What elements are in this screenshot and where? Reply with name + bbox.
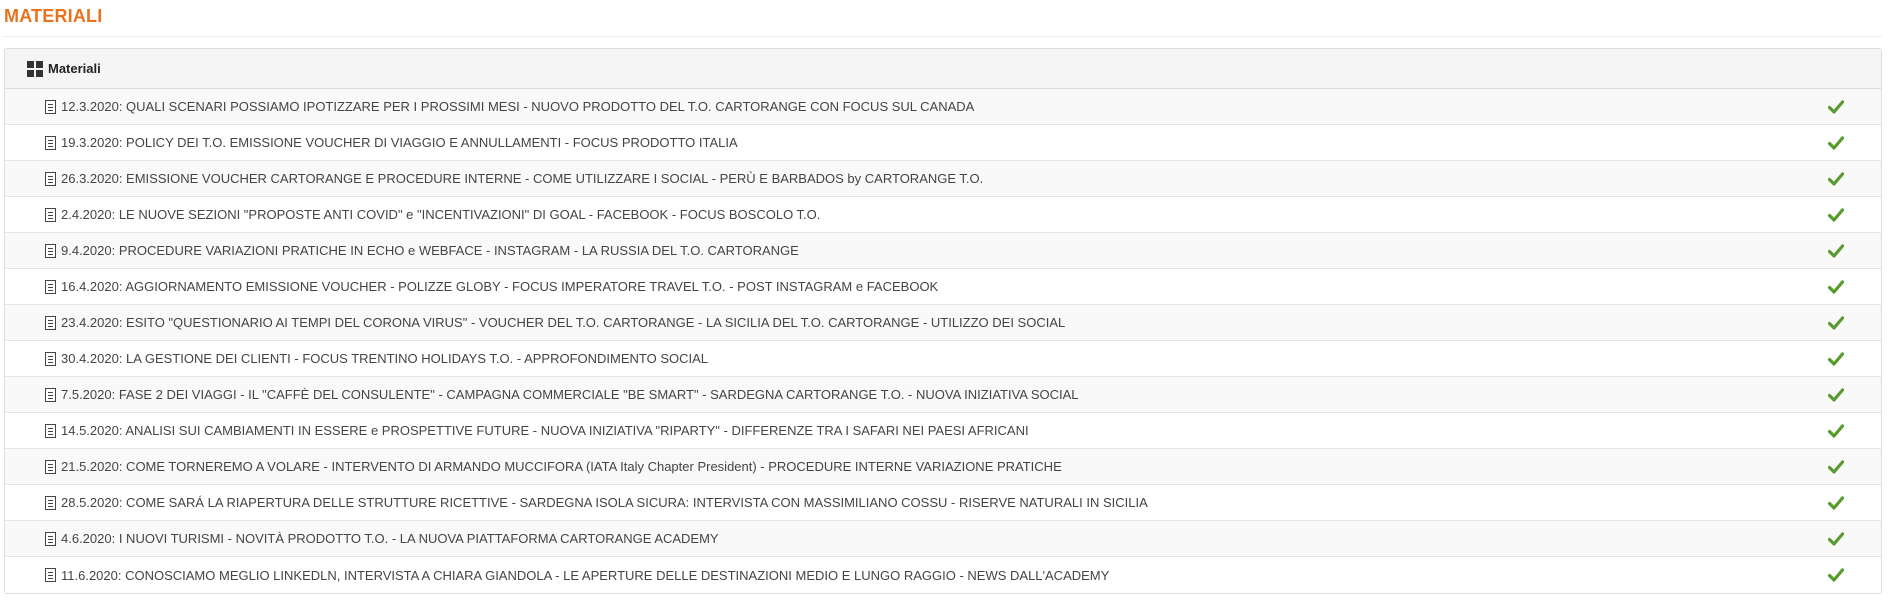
check-icon bbox=[1827, 350, 1845, 368]
document-icon bbox=[45, 531, 56, 546]
check-icon bbox=[1827, 170, 1845, 188]
list-item-label[interactable]: 14.5.2020: ANALISI SUI CAMBIAMENTI IN ES… bbox=[61, 423, 1827, 438]
list-item-label[interactable]: 9.4.2020: PROCEDURE VARIAZIONI PRATICHE … bbox=[61, 243, 1827, 258]
document-icon bbox=[45, 315, 56, 330]
document-icon bbox=[45, 387, 56, 402]
document-icon bbox=[45, 423, 56, 438]
list-item[interactable]: 11.6.2020: CONOSCIAMO MEGLIO LINKEDLN, I… bbox=[5, 557, 1881, 593]
list-item[interactable]: 9.4.2020: PROCEDURE VARIAZIONI PRATICHE … bbox=[5, 233, 1881, 269]
page: MATERIALI Materiali 12.3.2020: QUALI SCE… bbox=[0, 0, 1888, 610]
document-icon bbox=[45, 568, 56, 582]
list-item[interactable]: 19.3.2020: POLICY DEI T.O. EMISSIONE VOU… bbox=[5, 125, 1881, 161]
list-item-label[interactable]: 28.5.2020: COME SARÁ LA RIAPERTURA DELLE… bbox=[61, 495, 1827, 510]
check-icon bbox=[1827, 530, 1845, 548]
list-item-label[interactable]: 2.4.2020: LE NUOVE SEZIONI "PROPOSTE ANT… bbox=[61, 207, 1827, 222]
check-icon bbox=[1827, 134, 1845, 152]
list-item[interactable]: 30.4.2020: LA GESTIONE DEI CLIENTI - FOC… bbox=[5, 341, 1881, 377]
check-icon bbox=[1827, 386, 1845, 404]
list-item-label[interactable]: 26.3.2020: EMISSIONE VOUCHER CARTORANGE … bbox=[61, 171, 1827, 186]
check-icon bbox=[1827, 314, 1845, 332]
grid-icon bbox=[27, 60, 43, 77]
panel-header: Materiali bbox=[5, 49, 1881, 89]
list-item-label[interactable]: 19.3.2020: POLICY DEI T.O. EMISSIONE VOU… bbox=[61, 135, 1827, 150]
check-icon bbox=[1827, 278, 1845, 296]
list-item-label[interactable]: 16.4.2020: AGGIORNAMENTO EMISSIONE VOUCH… bbox=[61, 279, 1827, 294]
list-item[interactable]: 14.5.2020: ANALISI SUI CAMBIAMENTI IN ES… bbox=[5, 413, 1881, 449]
document-icon bbox=[45, 99, 56, 114]
list-item[interactable]: 16.4.2020: AGGIORNAMENTO EMISSIONE VOUCH… bbox=[5, 269, 1881, 305]
document-icon bbox=[45, 351, 56, 366]
list-item[interactable]: 7.5.2020: FASE 2 DEI VIAGGI - IL "CAFFÈ … bbox=[5, 377, 1881, 413]
list-item[interactable]: 26.3.2020: EMISSIONE VOUCHER CARTORANGE … bbox=[5, 161, 1881, 197]
document-icon bbox=[45, 135, 56, 150]
document-icon bbox=[45, 495, 56, 510]
document-icon bbox=[45, 243, 56, 258]
list-item[interactable]: 21.5.2020: COME TORNEREMO A VOLARE - INT… bbox=[5, 449, 1881, 485]
list-item[interactable]: 23.4.2020: ESITO "QUESTIONARIO AI TEMPI … bbox=[5, 305, 1881, 341]
list-item[interactable]: 12.3.2020: QUALI SCENARI POSSIAMO IPOTIZ… bbox=[5, 89, 1881, 125]
document-icon bbox=[45, 279, 56, 294]
list-item-label[interactable]: 4.6.2020: I NUOVI TURISMI - NOVITÀ PRODO… bbox=[61, 531, 1827, 546]
list-item-label[interactable]: 23.4.2020: ESITO "QUESTIONARIO AI TEMPI … bbox=[61, 315, 1827, 330]
panel-title: Materiali bbox=[48, 61, 101, 76]
list-item-label[interactable]: 21.5.2020: COME TORNEREMO A VOLARE - INT… bbox=[61, 459, 1827, 474]
list-item[interactable]: 28.5.2020: COME SARÁ LA RIAPERTURA DELLE… bbox=[5, 485, 1881, 521]
check-icon bbox=[1827, 494, 1845, 512]
list-item[interactable]: 2.4.2020: LE NUOVE SEZIONI "PROPOSTE ANT… bbox=[5, 197, 1881, 233]
list-item-label[interactable]: 11.6.2020: CONOSCIAMO MEGLIO LINKEDLN, I… bbox=[61, 568, 1827, 583]
list-item-label[interactable]: 7.5.2020: FASE 2 DEI VIAGGI - IL "CAFFÈ … bbox=[61, 387, 1827, 402]
materials-list: 12.3.2020: QUALI SCENARI POSSIAMO IPOTIZ… bbox=[5, 89, 1881, 593]
check-icon bbox=[1827, 242, 1845, 260]
page-title: MATERIALI bbox=[4, 6, 103, 26]
check-icon bbox=[1827, 206, 1845, 224]
check-icon bbox=[1827, 566, 1845, 584]
document-icon bbox=[45, 171, 56, 186]
list-item[interactable]: 4.6.2020: I NUOVI TURISMI - NOVITÀ PRODO… bbox=[5, 521, 1881, 557]
check-icon bbox=[1827, 422, 1845, 440]
document-icon bbox=[45, 459, 56, 474]
materials-panel: Materiali 12.3.2020: QUALI SCENARI POSSI… bbox=[4, 48, 1882, 594]
list-item-label[interactable]: 30.4.2020: LA GESTIONE DEI CLIENTI - FOC… bbox=[61, 351, 1827, 366]
check-icon bbox=[1827, 458, 1845, 476]
list-item-label[interactable]: 12.3.2020: QUALI SCENARI POSSIAMO IPOTIZ… bbox=[61, 99, 1827, 114]
check-icon bbox=[1827, 98, 1845, 116]
title-divider bbox=[4, 36, 1882, 37]
document-icon bbox=[45, 207, 56, 222]
